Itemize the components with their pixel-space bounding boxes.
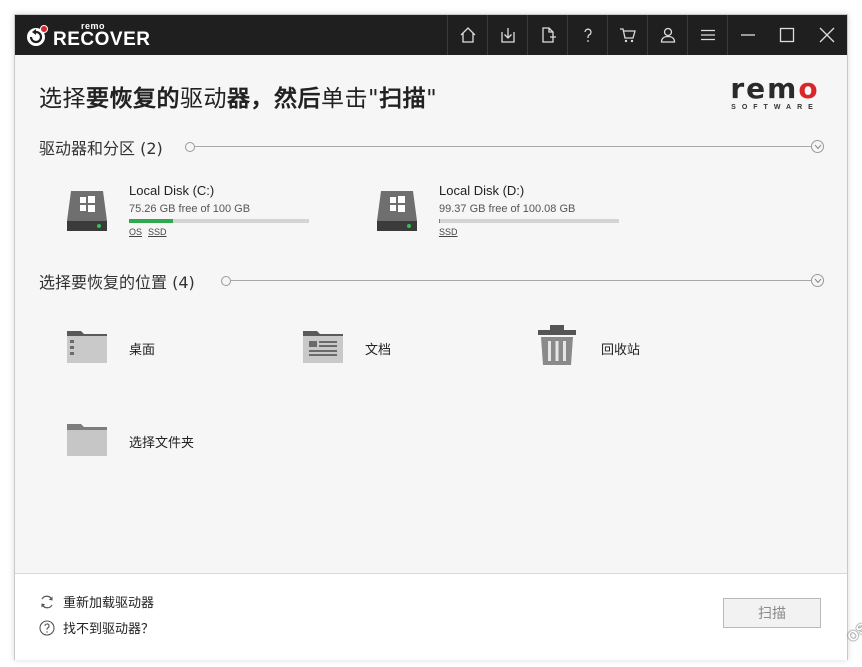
user-icon — [660, 27, 675, 43]
location-choose-folder[interactable]: 选择文件夹 — [65, 420, 265, 466]
scan-button[interactable]: 扫描 — [723, 598, 821, 628]
drives-collapse-toggle[interactable] — [811, 140, 824, 153]
drives-section-label: 驱动器和分区 — [39, 139, 136, 158]
section-line-start-dot — [185, 142, 195, 152]
title-seg-6: 扫描 — [379, 86, 427, 112]
locations-section-label: 选择要恢复的位置 — [39, 273, 168, 292]
drive-c[interactable]: Local Disk (C:) 75.26 GB free of 100 GB … — [65, 183, 315, 247]
drive-c-name: Local Disk (C:) — [129, 183, 215, 198]
maximize-icon — [779, 27, 795, 43]
drive-d-free: 99.37 GB free of 100.08 GB — [439, 203, 576, 215]
save-session-button[interactable] — [487, 15, 527, 55]
new-file-icon — [541, 27, 556, 43]
title-bar: remo RECOVER — [15, 15, 847, 55]
download-icon — [500, 28, 515, 43]
footer-bar: 重新加载驱动器 找不到驱动器？ 扫描 — [15, 573, 847, 660]
drive-c-tag-ssd: SSD — [148, 227, 167, 237]
cannot-find-drive-link[interactable]: 找不到驱动器？ — [39, 618, 154, 637]
documents-folder-icon — [303, 331, 343, 363]
location-desktop-label: 桌面 — [129, 343, 156, 358]
location-recycle-bin-label: 回收站 — [601, 343, 641, 358]
reload-drives-label: 重新加载驱动器 — [63, 596, 155, 611]
drive-d[interactable]: Local Disk (D:) 99.37 GB free of 100.08 … — [375, 183, 625, 247]
cart-icon — [619, 28, 636, 43]
app-window: remo RECOVER 选择要恢复的驱动器，然后单击"扫描" remo SOF… — [14, 14, 848, 660]
cart-button[interactable] — [607, 15, 647, 55]
title-seg-1: 选择 — [39, 86, 86, 112]
drive-d-name: Local Disk (D:) — [439, 183, 525, 198]
brand-sub: SOFTWARE — [731, 104, 819, 111]
folder-icon — [67, 424, 107, 456]
drives-section-count: (2) — [140, 139, 163, 158]
load-session-button[interactable] — [527, 15, 567, 55]
close-icon — [819, 27, 835, 43]
locations-collapse-toggle[interactable] — [811, 274, 824, 287]
title-seg-4: 器，然后 — [227, 86, 321, 112]
title-seg-5: 单击" — [321, 86, 380, 112]
drive-c-tag-os: OS — [129, 227, 143, 237]
section-line-start-dot — [221, 276, 231, 286]
help-circle-icon — [39, 619, 55, 636]
title-seg-3: 驱动 — [180, 86, 227, 112]
location-documents[interactable]: 文档 — [301, 327, 481, 373]
remo-logo-icon — [25, 24, 48, 46]
home-button[interactable] — [447, 15, 487, 55]
drive-d-usage-fill — [439, 219, 441, 223]
location-choose-folder-label: 选择文件夹 — [129, 436, 195, 451]
cannot-find-drive-label: 找不到驱动器？ — [63, 622, 155, 637]
hard-drive-icon — [377, 191, 417, 231]
drive-d-usage-bar — [439, 219, 619, 223]
logo-big-text: RECOVER — [53, 28, 151, 50]
menu-button[interactable] — [687, 15, 727, 55]
title-seg-2: 要恢复的 — [86, 86, 180, 112]
desktop-folder-icon — [67, 331, 107, 363]
location-recycle-bin[interactable]: 回收站 — [535, 323, 715, 369]
location-documents-label: 文档 — [365, 343, 392, 358]
reload-drives-link[interactable]: 重新加载驱动器 — [39, 592, 154, 611]
help-button[interactable] — [567, 15, 607, 55]
titlebar-buttons — [447, 15, 847, 55]
menu-icon — [700, 29, 715, 41]
remo-software-logo: remo SOFTWARE — [727, 72, 823, 112]
page-title: 选择要恢复的驱动器，然后单击"扫描" — [39, 79, 437, 113]
home-icon — [460, 27, 475, 43]
drive-c-usage-fill — [129, 219, 174, 223]
brand-word-accent: o — [798, 72, 820, 105]
drive-c-usage-bar — [129, 219, 309, 223]
drive-d-tag-ssd: SSD — [439, 227, 458, 237]
brand-word-main: rem — [730, 72, 799, 105]
close-button[interactable] — [807, 15, 847, 55]
section-divider — [231, 280, 811, 281]
title-seg-7: " — [426, 86, 438, 112]
chevron-down-icon — [814, 144, 821, 149]
chevron-down-icon — [814, 278, 821, 283]
account-button[interactable] — [647, 15, 687, 55]
minimize-button[interactable] — [727, 15, 767, 55]
drive-c-free: 75.26 GB free of 100 GB — [129, 203, 251, 215]
app-logo: remo RECOVER — [25, 21, 150, 49]
refresh-icon — [41, 595, 53, 608]
maximize-button[interactable] — [767, 15, 807, 55]
help-icon — [583, 28, 592, 42]
minimize-icon — [740, 34, 755, 36]
hard-drive-icon — [67, 191, 107, 231]
locations-section-title: 选择要恢复的位置 (4) — [39, 269, 195, 293]
section-divider — [195, 146, 811, 147]
recycle-bin-icon — [538, 325, 576, 365]
locations-section-count: (4) — [172, 273, 195, 292]
location-desktop[interactable]: 桌面 — [65, 327, 245, 373]
drives-section-title: 驱动器和分区 (2) — [39, 135, 163, 159]
